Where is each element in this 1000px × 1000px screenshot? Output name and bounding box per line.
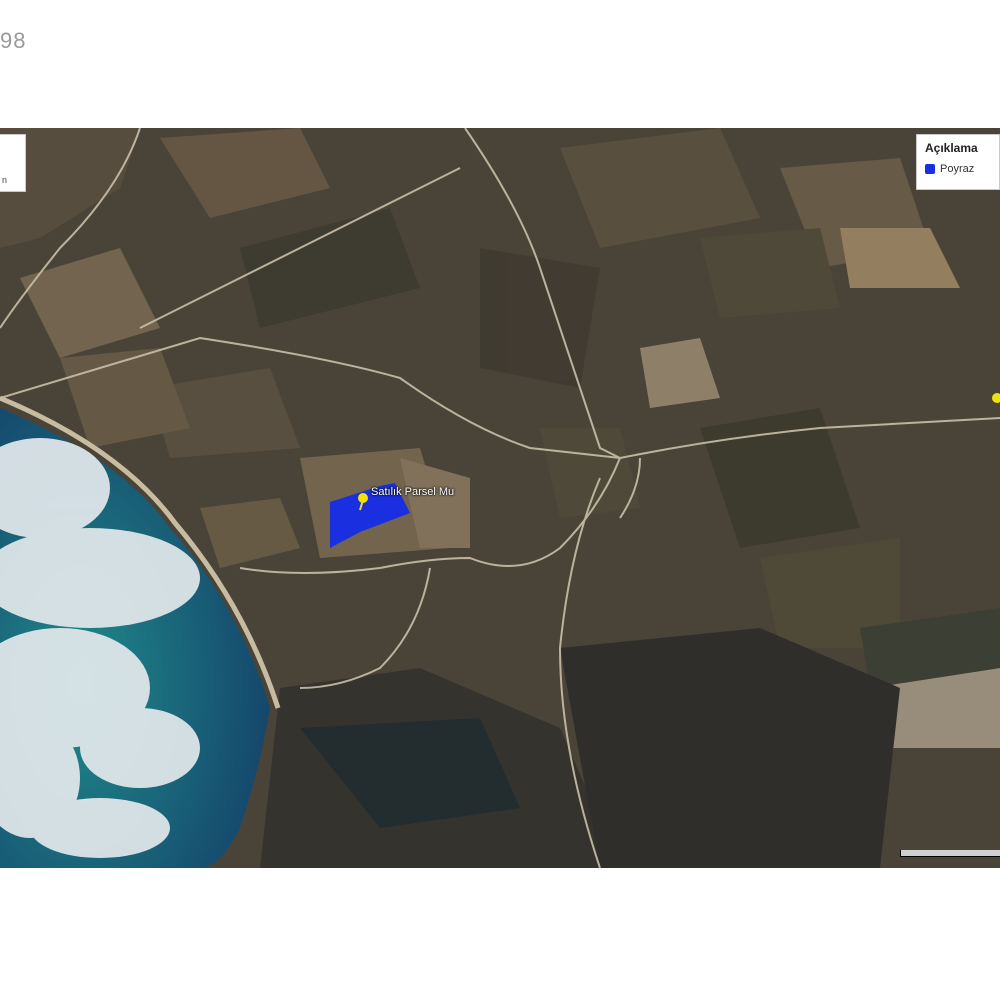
legend-item: Poyraz [925, 163, 999, 175]
map-control-left-text: n [2, 175, 8, 185]
legend-panel: Açıklama Poyraz [916, 134, 1000, 190]
map-control-left[interactable]: n [0, 134, 26, 192]
parcel-label: Satılık Parsel Mu [371, 486, 455, 498]
legend-item-label: Poyraz [940, 163, 975, 175]
legend-swatch [925, 164, 935, 174]
map-imagery [0, 128, 1000, 868]
legend-title: Açıklama [925, 141, 978, 155]
satellite-map[interactable] [0, 128, 1000, 868]
scale-bar [900, 850, 1000, 857]
top-number-fragment: 98 [0, 28, 27, 53]
